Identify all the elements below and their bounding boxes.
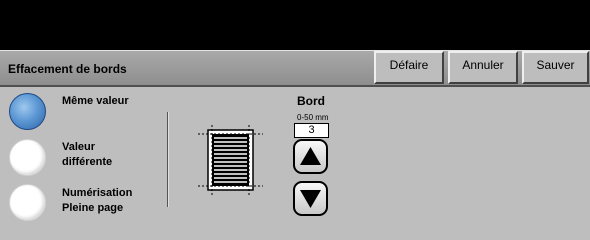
decrease-button[interactable] [293, 181, 328, 216]
border-value-field[interactable]: 3 [294, 123, 329, 138]
full-page-scan-label-line2: Pleine page [62, 202, 124, 214]
cancel-button[interactable]: Annuler [448, 51, 518, 84]
different-value-label-line1: Valeur [62, 141, 96, 153]
vertical-divider [167, 112, 169, 207]
arrow-up-icon [300, 147, 321, 165]
border-range-label: 0-50 mm [297, 113, 329, 122]
undo-button[interactable]: Défaire [374, 51, 444, 84]
same-value-label: Même valeur [62, 95, 129, 107]
different-value-radio[interactable] [9, 139, 46, 176]
increase-button[interactable] [293, 139, 328, 174]
full-page-scan-label-line1: Numérisation [62, 187, 133, 199]
save-button[interactable]: Sauver [522, 51, 589, 84]
different-value-label-line2: différente [62, 156, 113, 168]
page-title: Effacement de bords [8, 62, 127, 76]
border-label: Bord [297, 94, 325, 108]
full-page-scan-radio[interactable] [9, 184, 46, 221]
top-bar [0, 0, 590, 50]
arrow-down-icon [300, 190, 321, 208]
document-border-icon [198, 125, 263, 195]
same-value-radio[interactable] [9, 93, 46, 130]
